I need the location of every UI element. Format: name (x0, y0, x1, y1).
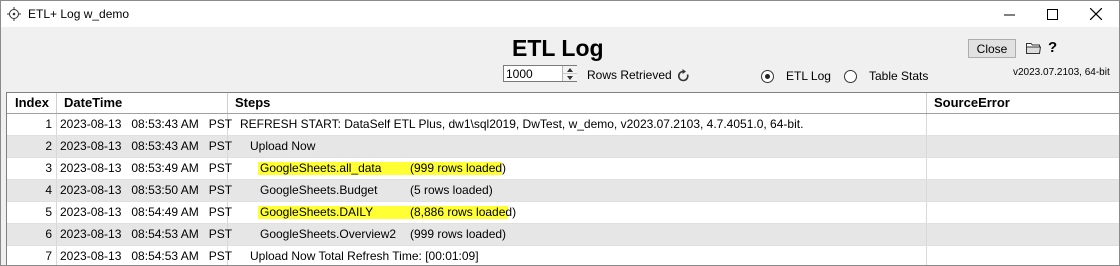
maximize-button[interactable] (1029, 1, 1075, 27)
close-icon (1090, 8, 1102, 20)
table-row[interactable]: 2 2023-08-13 08:53:43 AM PST Upload Now (7, 136, 1119, 158)
title-bar: ETL+ Log w_demo (1, 1, 1119, 27)
column-header-index[interactable]: Index (7, 93, 57, 113)
column-header-source-error[interactable]: SourceError (927, 93, 1119, 113)
cell-index: 4 (7, 180, 57, 201)
cell-index: 6 (7, 224, 57, 245)
cell-datetime: 2023-08-13 08:53:50 AM PST (57, 180, 232, 201)
table-row[interactable]: 3 2023-08-13 08:53:49 AM PST GoogleSheets.… (7, 158, 1119, 180)
radio-table-stats-button[interactable] (844, 69, 857, 83)
version-label: v2023.07.2103, 64-bit (1013, 67, 1110, 78)
chevron-down-icon (567, 75, 573, 80)
cell-source-error (927, 158, 1119, 179)
cell-steps: REFRESH START: DataSelf ETL Plus, dw1\sq… (228, 114, 927, 135)
grid-header: Index DateTime Steps SourceError (7, 93, 1119, 114)
table-row[interactable]: 6 2023-08-13 08:54:53 AM PST GoogleSheets.… (7, 224, 1119, 246)
stepper-down-button[interactable] (562, 74, 577, 81)
step-name: Upload Now (250, 139, 316, 153)
step-name: Upload Now Total Refresh Time: [00:01:09… (250, 249, 479, 263)
cell-datetime: 2023-08-13 08:53:49 AM PST (57, 158, 232, 179)
cell-index: 2 (7, 136, 57, 157)
step-name: GoogleSheets.all_data (260, 161, 382, 175)
cell-datetime: 2023-08-13 08:54:53 AM PST (57, 224, 232, 245)
radio-table-stats-label: Table Stats (869, 69, 929, 83)
cell-datetime: 2023-08-13 08:54:53 AM PST (57, 246, 232, 265)
cell-source-error (927, 180, 1119, 201)
cell-source-error (927, 246, 1119, 265)
cell-source-error (927, 114, 1119, 135)
cell-steps: Upload Now Total Refresh Time: [00:01:09… (228, 246, 927, 265)
window-title: ETL+ Log w_demo (28, 7, 130, 21)
etl-log-window: ETL+ Log w_demo ETL Log Rows Retrieved (0, 0, 1120, 266)
table-row[interactable]: 4 2023-08-13 08:53:50 AM PST GoogleSheets.… (7, 180, 1119, 202)
header-panel: ETL Log Rows Retrieved ETL Log Table Sta… (1, 27, 1119, 91)
column-header-datetime[interactable]: DateTime (57, 93, 228, 113)
radio-etl-log-button[interactable] (761, 69, 774, 83)
cell-steps: GoogleSheets.DAILY (8,886 rows loaded) (228, 202, 927, 223)
step-rows-loaded: (8,886 rows loaded) (410, 205, 517, 219)
step-rows-loaded: (999 rows loaded) (410, 227, 507, 241)
cell-steps: GoogleSheets.Overview2 (999 rows loaded) (228, 224, 927, 245)
cell-source-error (927, 136, 1119, 157)
chevron-up-icon (567, 67, 573, 72)
radio-table-stats[interactable]: Table Stats (844, 69, 928, 83)
cell-source-error (927, 224, 1119, 245)
cell-datetime: 2023-08-13 08:53:43 AM PST (57, 136, 232, 157)
step-name: GoogleSheets.Overview2 (260, 227, 397, 241)
refresh-icon[interactable] (677, 69, 690, 83)
table-row[interactable]: 5 2023-08-13 08:54:49 AM PST GoogleSheets.… (7, 202, 1119, 224)
table-row[interactable]: 1 2023-08-13 08:53:43 AM PST REFRESH START… (7, 114, 1119, 136)
rows-retrieved-input[interactable] (506, 67, 558, 80)
cell-datetime: 2023-08-13 08:54:49 AM PST (57, 202, 232, 223)
cell-source-error (927, 202, 1119, 223)
cell-index: 5 (7, 202, 57, 223)
radio-etl-log[interactable]: ETL Log (761, 69, 831, 83)
cell-index: 3 (7, 158, 57, 179)
cell-steps: Upload Now (228, 136, 927, 157)
help-icon[interactable]: ? (1048, 39, 1057, 56)
folder-icon[interactable] (1026, 42, 1041, 54)
radio-selected-dot (765, 73, 770, 79)
close-window-button[interactable] (1073, 1, 1119, 27)
step-name: GoogleSheets.Budget (260, 183, 378, 197)
page-title: ETL Log (512, 35, 604, 61)
cell-datetime: 2023-08-13 08:53:43 AM PST (57, 114, 232, 135)
cell-index: 7 (7, 246, 57, 265)
maximize-icon (1046, 8, 1058, 20)
radio-etl-log-label: ETL Log (786, 69, 831, 83)
close-button[interactable]: Close (968, 39, 1016, 58)
step-rows-loaded: (5 rows loaded) (410, 183, 493, 197)
step-rows-loaded: (999 rows loaded) (410, 161, 507, 175)
step-name: REFRESH START: DataSelf ETL Plus, dw1\sq… (240, 117, 804, 131)
cell-steps: GoogleSheets.Budget (5 rows loaded) (228, 180, 927, 201)
minimize-icon (1003, 14, 1015, 15)
app-crosshair-icon (7, 7, 21, 21)
step-name: GoogleSheets.DAILY (260, 205, 374, 219)
rows-retrieved-stepper[interactable] (503, 65, 577, 82)
cell-steps: GoogleSheets.all_data (999 rows loaded) (228, 158, 927, 179)
stepper-up-button[interactable] (562, 66, 577, 74)
rows-retrieved-label: Rows Retrieved (587, 68, 672, 82)
minimize-button[interactable] (986, 1, 1032, 27)
cell-index: 1 (7, 114, 57, 135)
log-grid[interactable]: Index DateTime Steps SourceError 1 2023-0… (6, 92, 1119, 265)
table-row[interactable]: 7 2023-08-13 08:54:53 AM PST Upload Now To… (7, 246, 1119, 265)
column-header-steps[interactable]: Steps (228, 93, 927, 113)
